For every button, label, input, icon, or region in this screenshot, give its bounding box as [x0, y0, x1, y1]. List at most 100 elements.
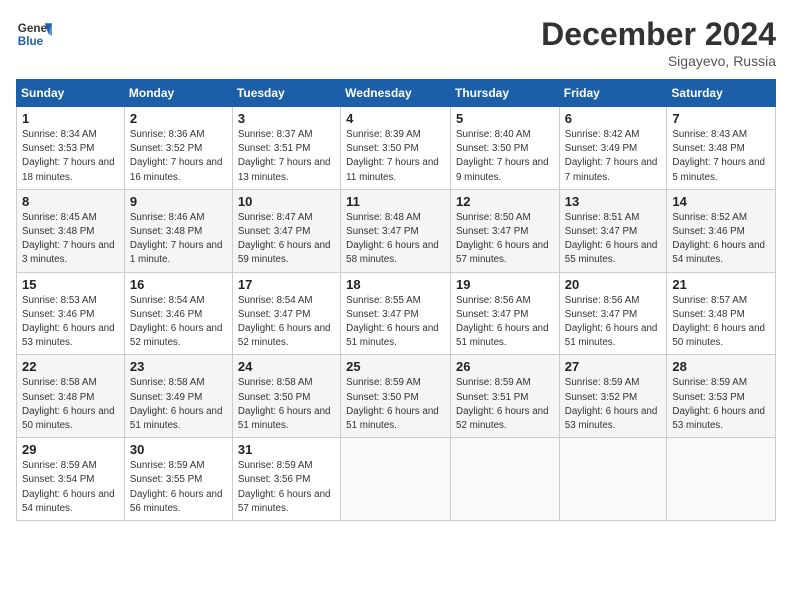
calendar-cell: 24 Sunrise: 8:58 AMSunset: 3:50 PMDayligh… [232, 355, 340, 438]
day-number: 27 [565, 359, 662, 374]
calendar-cell [341, 438, 451, 521]
calendar-cell [667, 438, 776, 521]
calendar-cell: 5 Sunrise: 8:40 AMSunset: 3:50 PMDaylight… [451, 107, 560, 190]
day-number: 23 [130, 359, 227, 374]
month-title: December 2024 [541, 16, 776, 53]
day-number: 16 [130, 277, 227, 292]
calendar-cell: 31 Sunrise: 8:59 AMSunset: 3:56 PMDayligh… [232, 438, 340, 521]
calendar-cell: 4 Sunrise: 8:39 AMSunset: 3:50 PMDaylight… [341, 107, 451, 190]
calendar-cell: 29 Sunrise: 8:59 AMSunset: 3:54 PMDayligh… [17, 438, 125, 521]
calendar-cell: 30 Sunrise: 8:59 AMSunset: 3:55 PMDayligh… [124, 438, 232, 521]
day-header-monday: Monday [124, 80, 232, 107]
calendar-cell: 2 Sunrise: 8:36 AMSunset: 3:52 PMDaylight… [124, 107, 232, 190]
day-number: 15 [22, 277, 119, 292]
day-info: Sunrise: 8:54 AMSunset: 3:46 PMDaylight:… [130, 294, 227, 351]
day-info: Sunrise: 8:57 AMSunset: 3:48 PMDaylight:… [672, 294, 770, 351]
day-number: 30 [130, 442, 227, 457]
calendar-week-row: 1 Sunrise: 8:34 AMSunset: 3:53 PMDaylight… [17, 107, 776, 190]
day-info: Sunrise: 8:58 AMSunset: 3:50 PMDaylight:… [238, 376, 335, 433]
day-info: Sunrise: 8:55 AMSunset: 3:47 PMDaylight:… [346, 294, 445, 351]
calendar-cell: 26Sunrise: 8:59 AMSunset: 3:51 PMDayligh… [451, 355, 560, 438]
day-number: 10 [238, 194, 335, 209]
calendar-cell [451, 438, 560, 521]
day-number: 5 [456, 111, 554, 126]
day-info: Sunrise: 8:46 AMSunset: 3:48 PMDaylight:… [130, 211, 227, 268]
day-number: 7 [672, 111, 770, 126]
day-info: Sunrise: 8:54 AMSunset: 3:47 PMDaylight:… [238, 294, 335, 351]
calendar-cell: 10 Sunrise: 8:47 AMSunset: 3:47 PMDayligh… [232, 189, 340, 272]
calendar-cell: 21Sunrise: 8:57 AMSunset: 3:48 PMDayligh… [667, 272, 776, 355]
day-number: 31 [238, 442, 335, 457]
day-number: 9 [130, 194, 227, 209]
day-number: 25 [346, 359, 445, 374]
calendar-cell: 23 Sunrise: 8:58 AMSunset: 3:49 PMDayligh… [124, 355, 232, 438]
day-header-friday: Friday [559, 80, 667, 107]
calendar-week-row: 29 Sunrise: 8:59 AMSunset: 3:54 PMDayligh… [17, 438, 776, 521]
day-number: 6 [565, 111, 662, 126]
day-info: Sunrise: 8:50 AMSunset: 3:47 PMDaylight:… [456, 211, 554, 268]
day-header-tuesday: Tuesday [232, 80, 340, 107]
day-number: 29 [22, 442, 119, 457]
day-info: Sunrise: 8:59 AMSunset: 3:56 PMDaylight:… [238, 459, 335, 516]
day-number: 19 [456, 277, 554, 292]
day-info: Sunrise: 8:42 AMSunset: 3:49 PMDaylight:… [565, 128, 662, 185]
calendar-week-row: 22Sunrise: 8:58 AMSunset: 3:48 PMDayligh… [17, 355, 776, 438]
day-number: 2 [130, 111, 227, 126]
day-info: Sunrise: 8:59 AMSunset: 3:51 PMDaylight:… [456, 376, 554, 433]
calendar-table: SundayMondayTuesdayWednesdayThursdayFrid… [16, 79, 776, 521]
day-number: 18 [346, 277, 445, 292]
calendar-cell: 22Sunrise: 8:58 AMSunset: 3:48 PMDayligh… [17, 355, 125, 438]
day-header-wednesday: Wednesday [341, 80, 451, 107]
day-info: Sunrise: 8:59 AMSunset: 3:52 PMDaylight:… [565, 376, 662, 433]
logo-icon: General Blue [16, 16, 52, 52]
day-number: 24 [238, 359, 335, 374]
day-info: Sunrise: 8:47 AMSunset: 3:47 PMDaylight:… [238, 211, 335, 268]
day-info: Sunrise: 8:52 AMSunset: 3:46 PMDaylight:… [672, 211, 770, 268]
calendar-cell: 9 Sunrise: 8:46 AMSunset: 3:48 PMDaylight… [124, 189, 232, 272]
day-info: Sunrise: 8:36 AMSunset: 3:52 PMDaylight:… [130, 128, 227, 185]
day-info: Sunrise: 8:59 AMSunset: 3:50 PMDaylight:… [346, 376, 445, 433]
day-info: Sunrise: 8:37 AMSunset: 3:51 PMDaylight:… [238, 128, 335, 185]
location: Sigayevo, Russia [541, 53, 776, 69]
day-info: Sunrise: 8:56 AMSunset: 3:47 PMDaylight:… [456, 294, 554, 351]
day-header-thursday: Thursday [451, 80, 560, 107]
day-info: Sunrise: 8:59 AMSunset: 3:54 PMDaylight:… [22, 459, 119, 516]
calendar-cell: 7 Sunrise: 8:43 AMSunset: 3:48 PMDaylight… [667, 107, 776, 190]
page-header: General Blue December 2024 Sigayevo, Rus… [16, 16, 776, 69]
calendar-header-row: SundayMondayTuesdayWednesdayThursdayFrid… [17, 80, 776, 107]
svg-text:Blue: Blue [18, 35, 44, 48]
calendar-cell: 15Sunrise: 8:53 AMSunset: 3:46 PMDayligh… [17, 272, 125, 355]
calendar-week-row: 15Sunrise: 8:53 AMSunset: 3:46 PMDayligh… [17, 272, 776, 355]
day-info: Sunrise: 8:45 AMSunset: 3:48 PMDaylight:… [22, 211, 119, 268]
calendar-cell: 11Sunrise: 8:48 AMSunset: 3:47 PMDayligh… [341, 189, 451, 272]
day-info: Sunrise: 8:58 AMSunset: 3:49 PMDaylight:… [130, 376, 227, 433]
day-info: Sunrise: 8:39 AMSunset: 3:50 PMDaylight:… [346, 128, 445, 185]
day-info: Sunrise: 8:59 AMSunset: 3:53 PMDaylight:… [672, 376, 770, 433]
day-number: 17 [238, 277, 335, 292]
day-number: 3 [238, 111, 335, 126]
day-number: 14 [672, 194, 770, 209]
day-info: Sunrise: 8:58 AMSunset: 3:48 PMDaylight:… [22, 376, 119, 433]
day-number: 1 [22, 111, 119, 126]
day-info: Sunrise: 8:43 AMSunset: 3:48 PMDaylight:… [672, 128, 770, 185]
calendar-cell: 25 Sunrise: 8:59 AMSunset: 3:50 PMDayligh… [341, 355, 451, 438]
day-info: Sunrise: 8:56 AMSunset: 3:47 PMDaylight:… [565, 294, 662, 351]
calendar-cell: 20Sunrise: 8:56 AMSunset: 3:47 PMDayligh… [559, 272, 667, 355]
day-info: Sunrise: 8:59 AMSunset: 3:55 PMDaylight:… [130, 459, 227, 516]
day-info: Sunrise: 8:40 AMSunset: 3:50 PMDaylight:… [456, 128, 554, 185]
day-info: Sunrise: 8:48 AMSunset: 3:47 PMDaylight:… [346, 211, 445, 268]
day-number: 12 [456, 194, 554, 209]
calendar-cell: 16 Sunrise: 8:54 AMSunset: 3:46 PMDayligh… [124, 272, 232, 355]
calendar-cell: 13Sunrise: 8:51 AMSunset: 3:47 PMDayligh… [559, 189, 667, 272]
day-header-sunday: Sunday [17, 80, 125, 107]
calendar-cell: 6 Sunrise: 8:42 AMSunset: 3:49 PMDaylight… [559, 107, 667, 190]
calendar-cell: 14 Sunrise: 8:52 AMSunset: 3:46 PMDayligh… [667, 189, 776, 272]
calendar-cell: 18 Sunrise: 8:55 AMSunset: 3:47 PMDayligh… [341, 272, 451, 355]
day-info: Sunrise: 8:34 AMSunset: 3:53 PMDaylight:… [22, 128, 119, 185]
day-number: 13 [565, 194, 662, 209]
calendar-cell: 19 Sunrise: 8:56 AMSunset: 3:47 PMDayligh… [451, 272, 560, 355]
day-number: 4 [346, 111, 445, 126]
title-block: December 2024 Sigayevo, Russia [541, 16, 776, 69]
day-number: 8 [22, 194, 119, 209]
calendar-cell: 17 Sunrise: 8:54 AMSunset: 3:47 PMDayligh… [232, 272, 340, 355]
